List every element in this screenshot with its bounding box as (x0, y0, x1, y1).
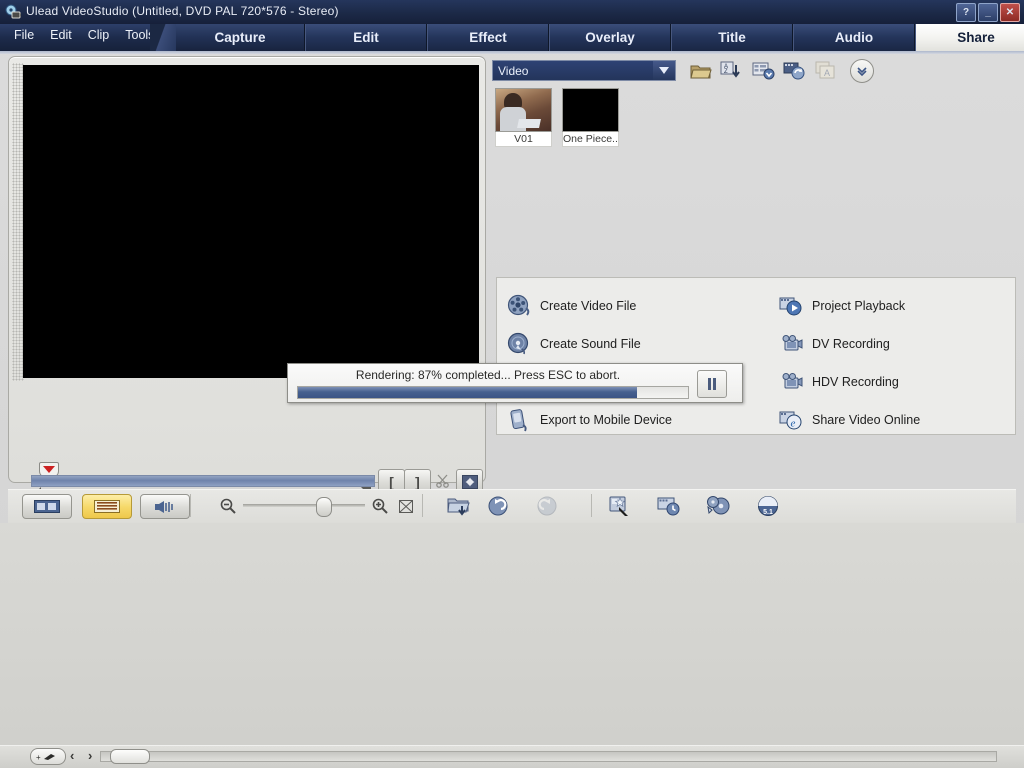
mobile-device-icon (510, 409, 527, 432)
playback-icon (779, 297, 802, 316)
hdv-camcorder-icon (782, 373, 803, 389)
option-label: Create Sound File (540, 337, 641, 351)
tab-overlay[interactable]: Overlay (549, 24, 671, 51)
fit-project-icon[interactable] (392, 492, 420, 520)
zoom-in-icon[interactable] (366, 492, 394, 520)
horizontal-scroll-thumb[interactable] (110, 749, 150, 764)
svg-text:Z: Z (724, 69, 728, 75)
window-title: Ulead VideoStudio (Untitled, DVD PAL 720… (26, 4, 339, 18)
smart-package-icon[interactable] (606, 492, 634, 520)
add-media-button[interactable]: + (30, 748, 66, 765)
window-controls: ? _ ✕ (956, 3, 1020, 22)
videostudio-app-icon (5, 4, 21, 19)
timeline-area: 00:00:14:00 00:00:16:00 00:00:18:00 00:0… (0, 523, 1024, 768)
storyboard-view-button[interactable] (22, 494, 72, 519)
timeline-horizontal-scrollbar[interactable] (100, 751, 997, 762)
tab-capture[interactable]: Capture (176, 24, 305, 51)
library-category-select[interactable]: Video (492, 60, 676, 81)
tab-title[interactable]: Title (671, 24, 793, 51)
close-button[interactable]: ✕ (1000, 3, 1020, 22)
scroll-right-arrow[interactable]: › (88, 748, 92, 763)
render-progress-dialog: Rendering: 87% completed... Press ESC to… (287, 363, 743, 403)
surround-label: 5.1 (763, 509, 773, 516)
preview-trim-bar[interactable] (31, 475, 375, 487)
dv-camcorder-icon (782, 335, 803, 351)
render-progress-bar (297, 386, 689, 399)
library-options-icon[interactable] (750, 59, 776, 83)
library-item-v01[interactable]: V01 (495, 88, 552, 147)
library-panel: V01 One Piece... (492, 88, 1016, 268)
library-thumb-image (562, 88, 619, 132)
videostudio-window: Ulead VideoStudio (Untitled, DVD PAL 720… (0, 0, 1024, 768)
library-item-label: V01 (495, 132, 552, 147)
zoom-slider-track[interactable] (243, 504, 365, 507)
library-item-one-piece[interactable]: One Piece... (562, 88, 619, 147)
share-options-panel: Create Video File Create Sound File Expo… (496, 277, 1016, 435)
library-thumb-image (495, 88, 552, 132)
title-bar: Ulead VideoStudio (Untitled, DVD PAL 720… (0, 0, 1024, 25)
help-button[interactable]: ? (956, 3, 976, 22)
svg-text:e: e (791, 418, 796, 430)
option-label: DV Recording (812, 337, 890, 351)
load-media-folder-icon[interactable] (688, 59, 714, 83)
svg-text:+: + (36, 753, 41, 762)
tab-audio[interactable]: Audio (793, 24, 915, 51)
menubar-shine (0, 51, 1024, 54)
option-export-to-mobile-device[interactable]: Export to Mobile Device (507, 408, 672, 432)
library-item-label: One Piece... (562, 132, 619, 147)
library-toolbar: Video AZ A (492, 59, 1016, 84)
tab-edit[interactable]: Edit (305, 24, 427, 51)
option-label: Project Playback (812, 299, 906, 313)
chevron-down-icon[interactable] (653, 61, 675, 80)
option-project-playback[interactable]: Project Playback (779, 294, 905, 318)
menu-file[interactable]: File (14, 28, 34, 42)
option-label: HDV Recording (812, 375, 899, 389)
tab-effect[interactable]: Effect (427, 24, 549, 51)
scroll-left-arrow[interactable]: ‹ (70, 748, 74, 763)
tab-share[interactable]: Share (915, 24, 1024, 51)
toolbar-separator (422, 494, 423, 517)
share-online-icon: e (779, 411, 802, 430)
audio-view-button[interactable] (140, 494, 190, 519)
timeline-view-button[interactable] (82, 494, 132, 519)
step-tab-bar: Capture Edit Effect Overlay Title Audio … (176, 24, 1024, 51)
surround-51-icon[interactable]: 5.1 (754, 492, 782, 520)
sound-disc-icon (507, 332, 529, 355)
option-label: Share Video Online (812, 413, 921, 427)
library-category-value: Video (498, 63, 529, 78)
menu-items: File Edit Clip Tools (14, 28, 154, 42)
option-label: Export to Mobile Device (540, 413, 673, 427)
film-reel-icon (507, 294, 530, 316)
insert-media-files-icon[interactable] (445, 492, 473, 520)
menu-edit[interactable]: Edit (50, 28, 72, 42)
svg-text:A: A (824, 68, 830, 78)
preview-screen[interactable] (23, 65, 479, 378)
expand-library-icon[interactable] (850, 59, 874, 83)
option-label: Create Video File (540, 299, 637, 313)
zoom-out-icon[interactable] (214, 492, 242, 520)
option-hdv-recording[interactable]: HDV Recording (779, 370, 899, 394)
dvd-burn-icon[interactable] (705, 492, 733, 520)
toolbar-separator (190, 494, 191, 517)
media-convert-icon[interactable] (782, 59, 808, 83)
option-create-sound-file[interactable]: Create Sound File (507, 332, 641, 356)
undo-icon[interactable] (484, 492, 512, 520)
option-create-video-file[interactable]: Create Video File (507, 294, 636, 318)
toolbar-separator (591, 494, 592, 517)
option-dv-recording[interactable]: DV Recording (779, 332, 890, 356)
redo-icon (533, 492, 561, 520)
render-progress-fill (298, 387, 638, 398)
preview-panel: Project Clip [ ] (8, 56, 486, 535)
minimize-button[interactable]: _ (978, 3, 998, 22)
zoom-slider-knob[interactable] (316, 497, 332, 517)
tab-lead-curve (150, 24, 178, 51)
pause-render-button[interactable] (697, 370, 727, 398)
sort-az-icon[interactable]: AZ (718, 59, 744, 83)
render-status-text: Rendering: 87% completed... Press ESC to… (355, 368, 621, 382)
menu-clip[interactable]: Clip (88, 28, 110, 42)
option-share-video-online[interactable]: e Share Video Online (779, 408, 920, 432)
auto-music-icon: A (814, 59, 840, 83)
batch-convert-icon[interactable] (655, 492, 683, 520)
